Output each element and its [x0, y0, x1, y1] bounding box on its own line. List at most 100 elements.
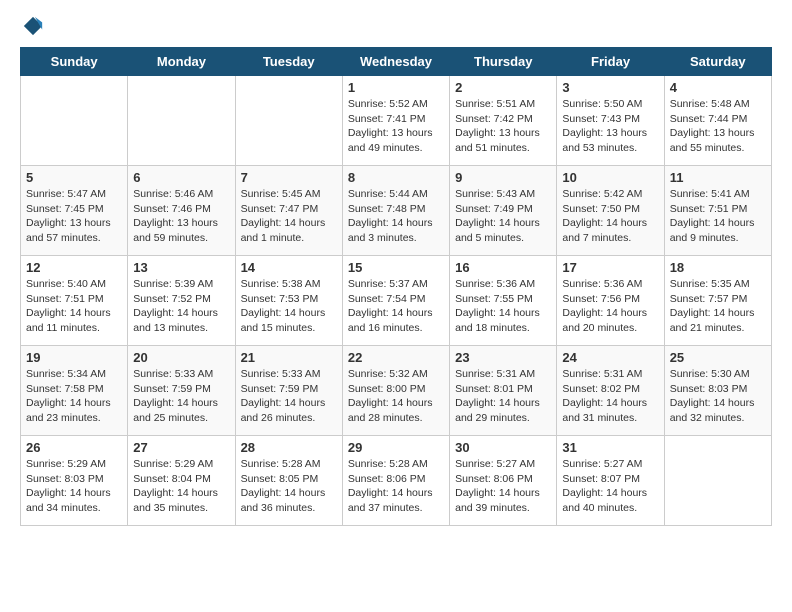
calendar-week-row: 1 Sunrise: 5:52 AM Sunset: 7:41 PM Daylig… [21, 76, 772, 166]
calendar-cell: 23 Sunrise: 5:31 AM Sunset: 8:01 PM Dayli… [450, 346, 557, 436]
day-info: Sunrise: 5:31 AM Sunset: 8:01 PM Dayligh… [455, 367, 551, 426]
day-info: Sunrise: 5:52 AM Sunset: 7:41 PM Dayligh… [348, 97, 444, 156]
weekday-header: Monday [128, 48, 235, 76]
calendar-cell: 29 Sunrise: 5:28 AM Sunset: 8:06 PM Dayli… [342, 436, 449, 526]
calendar-week-row: 26Sunrise: 5:29 AM Sunset: 8:03 PM Dayli… [21, 436, 772, 526]
calendar-cell: 5 Sunrise: 5:47 AM Sunset: 7:45 PM Daylig… [21, 166, 128, 256]
day-info: Sunrise: 5:33 AM Sunset: 7:59 PM Dayligh… [133, 367, 229, 426]
day-info: Sunrise: 5:51 AM Sunset: 7:42 PM Dayligh… [455, 97, 551, 156]
day-number: 26 [26, 440, 122, 455]
calendar-cell: 19 Sunrise: 5:34 AM Sunset: 7:58 PM Dayli… [21, 346, 128, 436]
day-number: 9 [455, 170, 551, 185]
day-info: Sunrise: 5:32 AM Sunset: 8:00 PM Dayligh… [348, 367, 444, 426]
day-info: Sunrise: 5:29 AM Sunset: 8:04 PM Dayligh… [133, 457, 229, 516]
day-info: Sunrise: 5:30 AM Sunset: 8:03 PM Dayligh… [670, 367, 766, 426]
day-number: 22 [348, 350, 444, 365]
day-number: 1 [348, 80, 444, 95]
calendar-cell: 31 Sunrise: 5:27 AM Sunset: 8:07 PM Dayli… [557, 436, 664, 526]
calendar-cell: 10 Sunrise: 5:42 AM Sunset: 7:50 PM Dayli… [557, 166, 664, 256]
calendar-table: SundayMondayTuesdayWednesdayThursdayFrid… [20, 47, 772, 526]
day-info: Sunrise: 5:36 AM Sunset: 7:56 PM Dayligh… [562, 277, 658, 336]
header-row: SundayMondayTuesdayWednesdayThursdayFrid… [21, 48, 772, 76]
day-number: 17 [562, 260, 658, 275]
calendar-cell: 17 Sunrise: 5:36 AM Sunset: 7:56 PM Dayli… [557, 256, 664, 346]
calendar-cell: 12Sunrise: 5:40 AM Sunset: 7:51 PM Dayli… [21, 256, 128, 346]
day-info: Sunrise: 5:27 AM Sunset: 8:06 PM Dayligh… [455, 457, 551, 516]
calendar-cell: 8 Sunrise: 5:44 AM Sunset: 7:48 PM Daylig… [342, 166, 449, 256]
day-info: Sunrise: 5:34 AM Sunset: 7:58 PM Dayligh… [26, 367, 122, 426]
weekday-header: Friday [557, 48, 664, 76]
day-info: Sunrise: 5:48 AM Sunset: 7:44 PM Dayligh… [670, 97, 766, 156]
weekday-header: Wednesday [342, 48, 449, 76]
day-info: Sunrise: 5:44 AM Sunset: 7:48 PM Dayligh… [348, 187, 444, 246]
day-info: Sunrise: 5:31 AM Sunset: 8:02 PM Dayligh… [562, 367, 658, 426]
calendar-cell: 22 Sunrise: 5:32 AM Sunset: 8:00 PM Dayli… [342, 346, 449, 436]
day-number: 19 [26, 350, 122, 365]
day-info: Sunrise: 5:43 AM Sunset: 7:49 PM Dayligh… [455, 187, 551, 246]
calendar-cell [235, 76, 342, 166]
header [20, 15, 772, 37]
calendar-cell: 27 Sunrise: 5:29 AM Sunset: 8:04 PM Dayli… [128, 436, 235, 526]
day-number: 30 [455, 440, 551, 455]
weekday-header: Thursday [450, 48, 557, 76]
calendar-cell [21, 76, 128, 166]
day-number: 31 [562, 440, 658, 455]
day-info: Sunrise: 5:28 AM Sunset: 8:06 PM Dayligh… [348, 457, 444, 516]
weekday-header: Tuesday [235, 48, 342, 76]
calendar-week-row: 5 Sunrise: 5:47 AM Sunset: 7:45 PM Daylig… [21, 166, 772, 256]
day-info: Sunrise: 5:47 AM Sunset: 7:45 PM Dayligh… [26, 187, 122, 246]
day-number: 13 [133, 260, 229, 275]
day-info: Sunrise: 5:35 AM Sunset: 7:57 PM Dayligh… [670, 277, 766, 336]
day-number: 28 [241, 440, 337, 455]
calendar-cell: 13 Sunrise: 5:39 AM Sunset: 7:52 PM Dayli… [128, 256, 235, 346]
calendar-cell: 6 Sunrise: 5:46 AM Sunset: 7:46 PM Daylig… [128, 166, 235, 256]
day-number: 11 [670, 170, 766, 185]
day-number: 7 [241, 170, 337, 185]
day-number: 12 [26, 260, 122, 275]
calendar-cell [128, 76, 235, 166]
calendar-cell: 18 Sunrise: 5:35 AM Sunset: 7:57 PM Dayli… [664, 256, 771, 346]
calendar-cell: 28 Sunrise: 5:28 AM Sunset: 8:05 PM Dayli… [235, 436, 342, 526]
day-info: Sunrise: 5:41 AM Sunset: 7:51 PM Dayligh… [670, 187, 766, 246]
calendar-cell: 7 Sunrise: 5:45 AM Sunset: 7:47 PM Daylig… [235, 166, 342, 256]
day-number: 23 [455, 350, 551, 365]
page-container: SundayMondayTuesdayWednesdayThursdayFrid… [0, 0, 792, 546]
day-number: 2 [455, 80, 551, 95]
day-number: 16 [455, 260, 551, 275]
day-number: 6 [133, 170, 229, 185]
calendar-week-row: 12Sunrise: 5:40 AM Sunset: 7:51 PM Dayli… [21, 256, 772, 346]
calendar-cell: 26Sunrise: 5:29 AM Sunset: 8:03 PM Dayli… [21, 436, 128, 526]
day-info: Sunrise: 5:28 AM Sunset: 8:05 PM Dayligh… [241, 457, 337, 516]
day-info: Sunrise: 5:36 AM Sunset: 7:55 PM Dayligh… [455, 277, 551, 336]
calendar-cell: 2 Sunrise: 5:51 AM Sunset: 7:42 PM Daylig… [450, 76, 557, 166]
day-number: 5 [26, 170, 122, 185]
day-info: Sunrise: 5:38 AM Sunset: 7:53 PM Dayligh… [241, 277, 337, 336]
weekday-header: Saturday [664, 48, 771, 76]
calendar-cell: 25Sunrise: 5:30 AM Sunset: 8:03 PM Dayli… [664, 346, 771, 436]
day-info: Sunrise: 5:45 AM Sunset: 7:47 PM Dayligh… [241, 187, 337, 246]
day-number: 15 [348, 260, 444, 275]
day-number: 18 [670, 260, 766, 275]
day-number: 10 [562, 170, 658, 185]
day-number: 29 [348, 440, 444, 455]
calendar-cell: 30 Sunrise: 5:27 AM Sunset: 8:06 PM Dayli… [450, 436, 557, 526]
weekday-header: Sunday [21, 48, 128, 76]
day-info: Sunrise: 5:42 AM Sunset: 7:50 PM Dayligh… [562, 187, 658, 246]
calendar-cell [664, 436, 771, 526]
calendar-cell: 4Sunrise: 5:48 AM Sunset: 7:44 PM Daylig… [664, 76, 771, 166]
day-info: Sunrise: 5:27 AM Sunset: 8:07 PM Dayligh… [562, 457, 658, 516]
calendar-cell: 11 Sunrise: 5:41 AM Sunset: 7:51 PM Dayli… [664, 166, 771, 256]
day-info: Sunrise: 5:37 AM Sunset: 7:54 PM Dayligh… [348, 277, 444, 336]
calendar-cell: 20 Sunrise: 5:33 AM Sunset: 7:59 PM Dayli… [128, 346, 235, 436]
calendar-cell: 3Sunrise: 5:50 AM Sunset: 7:43 PM Daylig… [557, 76, 664, 166]
calendar-cell: 16 Sunrise: 5:36 AM Sunset: 7:55 PM Dayli… [450, 256, 557, 346]
day-number: 27 [133, 440, 229, 455]
day-info: Sunrise: 5:50 AM Sunset: 7:43 PM Dayligh… [562, 97, 658, 156]
day-number: 20 [133, 350, 229, 365]
logo-icon [22, 15, 44, 37]
day-info: Sunrise: 5:46 AM Sunset: 7:46 PM Dayligh… [133, 187, 229, 246]
day-number: 8 [348, 170, 444, 185]
day-info: Sunrise: 5:39 AM Sunset: 7:52 PM Dayligh… [133, 277, 229, 336]
day-info: Sunrise: 5:33 AM Sunset: 7:59 PM Dayligh… [241, 367, 337, 426]
calendar-cell: 24Sunrise: 5:31 AM Sunset: 8:02 PM Dayli… [557, 346, 664, 436]
